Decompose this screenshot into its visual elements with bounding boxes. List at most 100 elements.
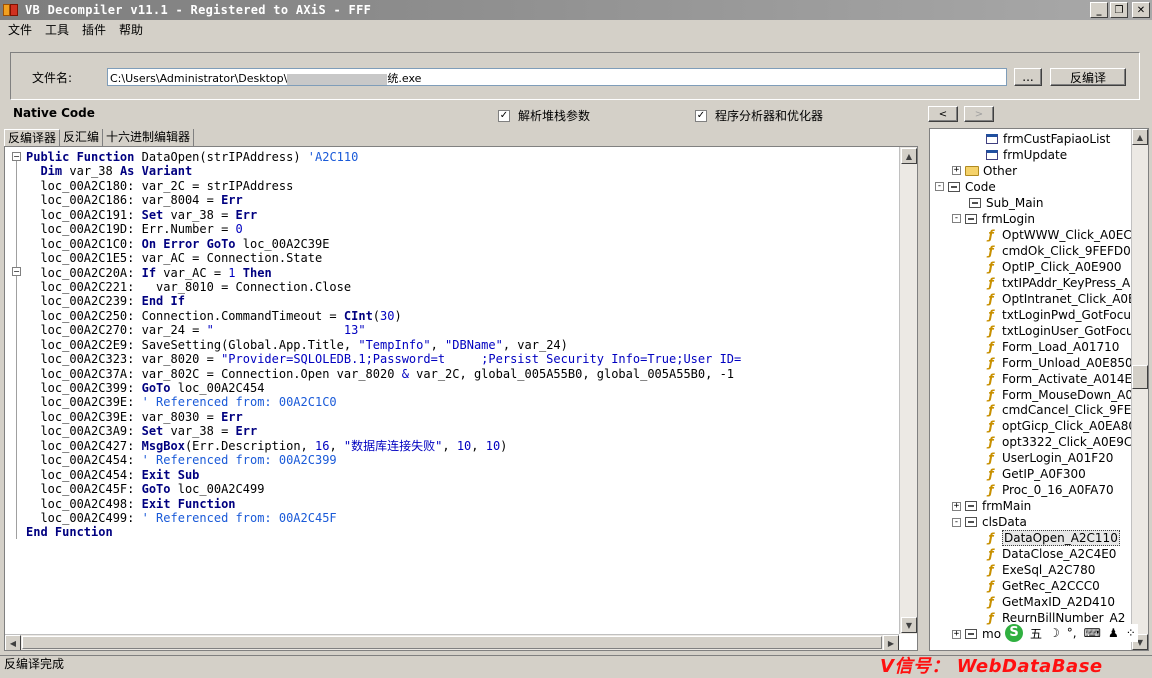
decompile-button[interactable]: 反编译 bbox=[1050, 68, 1126, 86]
menu-help[interactable]: 帮助 bbox=[114, 21, 148, 38]
tab-decompiler[interactable]: 反编译器 bbox=[4, 129, 61, 146]
collapse-icon[interactable]: - bbox=[952, 517, 961, 527]
code-token: 16 bbox=[315, 438, 330, 453]
project-tree[interactable]: frmCustFapiaoList frmUpdate + Other - Code Sub… bbox=[929, 128, 1149, 651]
scrollbar-thumb[interactable] bbox=[22, 636, 882, 649]
menu-file[interactable]: 文件 bbox=[3, 21, 37, 38]
fold-toggle-icon[interactable]: − bbox=[12, 152, 21, 161]
keyboard-icon[interactable]: ⌨ bbox=[1084, 626, 1101, 640]
code-horizontal-scrollbar[interactable]: ◀ ▶ bbox=[5, 634, 899, 650]
forward-button[interactable]: > bbox=[964, 106, 994, 122]
scroll-left-icon[interactable]: ◀ bbox=[5, 635, 21, 650]
tab-disassembler[interactable]: 反汇编 bbox=[60, 129, 104, 146]
code-token: Err bbox=[221, 409, 243, 424]
function-icon: ƒ bbox=[988, 275, 994, 290]
tree-item[interactable]: ƒ GetMaxID_A2D410 bbox=[986, 594, 1115, 610]
code-token: loc_00A2C37A: var_802C = Connection.Open… bbox=[26, 366, 402, 381]
moon-icon[interactable]: ☽ bbox=[1049, 626, 1060, 640]
function-icon: ƒ bbox=[988, 563, 994, 578]
scrollbar-thumb[interactable] bbox=[1132, 365, 1148, 389]
tab-hex-editor[interactable]: 十六进制编辑器 bbox=[103, 129, 195, 146]
scroll-down-icon[interactable]: ▼ bbox=[901, 617, 917, 633]
code-line: loc_00A2C454: ' Referenced from: 00A2C39… bbox=[26, 453, 897, 467]
code-line: loc_00A2C399: GoTo loc_00A2C454 bbox=[26, 381, 897, 395]
tree-item[interactable]: ƒ GetRec_A2CCC0 bbox=[986, 578, 1099, 594]
redacted-block bbox=[287, 73, 388, 85]
tree-item-label: optGicp_Click_A0EA80 bbox=[1002, 419, 1137, 434]
tree-item[interactable]: ƒ ExeSql_A2C780 bbox=[986, 562, 1095, 578]
file-path-input[interactable]: C:\Users\Administrator\Desktop\ 统.exe bbox=[107, 68, 1007, 86]
code-token: loc_00A2C454: bbox=[26, 467, 142, 482]
tree-item[interactable]: ƒ Form_Unload_A0E850 bbox=[986, 355, 1132, 371]
tree-item[interactable]: ƒ Form_MouseDown_A0 bbox=[986, 387, 1133, 403]
stack-params-checkbox[interactable]: ✓ 解析堆栈参数 bbox=[498, 107, 590, 124]
ime-mode[interactable]: 五 bbox=[1030, 625, 1042, 642]
tree-item[interactable]: + mo bbox=[952, 626, 1001, 642]
tree-item[interactable]: ƒ OptWWW_Click_A0EC bbox=[986, 227, 1131, 243]
scroll-right-icon[interactable]: ▶ bbox=[883, 635, 899, 650]
code-line: loc_00A2C270: var_24 = " 13" bbox=[26, 323, 897, 337]
expand-icon[interactable]: + bbox=[952, 629, 961, 639]
code-line: loc_00A2C498: Exit Function bbox=[26, 497, 897, 511]
user-icon[interactable]: ♟ bbox=[1108, 626, 1119, 640]
code-line: loc_00A2C499: ' Referenced from: 00A2C45… bbox=[26, 511, 897, 525]
tree-item[interactable]: ƒ txtIPAddr_KeyPress_A0 bbox=[986, 275, 1138, 291]
scroll-up-icon[interactable]: ▲ bbox=[1132, 129, 1148, 145]
fold-toggle-icon[interactable]: − bbox=[12, 267, 21, 276]
tree-item[interactable]: ƒ DataOpen_A2C110 bbox=[986, 530, 1120, 547]
punctuation-icon[interactable]: °, bbox=[1067, 626, 1077, 640]
tree-item[interactable]: frmUpdate bbox=[986, 147, 1067, 163]
close-button[interactable]: ✕ bbox=[1132, 2, 1150, 18]
tree-item[interactable]: ƒ txtLoginUser_GotFocu bbox=[986, 323, 1133, 339]
menu-plugins[interactable]: 插件 bbox=[77, 21, 111, 38]
tree-item[interactable]: ƒ UserLogin_A01F20 bbox=[986, 450, 1113, 466]
tree-item[interactable]: ƒ GetIP_A0F300 bbox=[986, 466, 1085, 482]
code-line: loc_00A2C37A: var_802C = Connection.Open… bbox=[26, 367, 897, 381]
tree-item[interactable]: ƒ txtLoginPwd_GotFocu bbox=[986, 307, 1131, 323]
function-icon: ƒ bbox=[988, 419, 994, 434]
tree-item[interactable]: ƒ cmdOk_Click_9FEFD0 bbox=[986, 243, 1130, 259]
tree-item[interactable]: ƒ cmdCancel_Click_9FEE bbox=[986, 402, 1138, 418]
browse-button[interactable]: ... bbox=[1014, 68, 1042, 86]
collapse-icon[interactable]: - bbox=[935, 182, 944, 192]
code-line: loc_00A2C19D: Err.Number = 0 bbox=[26, 222, 897, 236]
code-token: loc_00A2C250: Connection.CommandTimeout … bbox=[26, 308, 344, 323]
checkbox-check-icon: ✓ bbox=[695, 109, 707, 122]
menu-tools[interactable]: 工具 bbox=[40, 21, 74, 38]
minimize-button[interactable]: _ bbox=[1090, 2, 1108, 18]
code-token: loc_00A2C2E9: SaveSetting(Global.App.Tit… bbox=[26, 337, 359, 352]
tree-item[interactable]: ƒ OptIntranet_Click_A0E bbox=[986, 291, 1135, 307]
tree-item-label: OptIP_Click_A0E900 bbox=[1002, 259, 1122, 274]
file-path-suffix: 统.exe bbox=[387, 72, 422, 85]
code-token: loc_00A2C191: bbox=[26, 207, 142, 222]
scroll-up-icon[interactable]: ▲ bbox=[901, 148, 917, 164]
tree-item[interactable]: ƒ Form_Load_A01710 bbox=[986, 339, 1119, 355]
tree-item[interactable]: - clsData bbox=[952, 514, 1027, 530]
restore-button[interactable]: ❐ bbox=[1110, 2, 1128, 18]
tree-item[interactable]: ƒ optGicp_Click_A0EA80 bbox=[986, 418, 1136, 434]
tree-item[interactable]: + frmMain bbox=[952, 498, 1031, 514]
back-button[interactable]: < bbox=[928, 106, 958, 122]
tree-item[interactable]: - frmLogin bbox=[952, 211, 1035, 227]
expand-icon[interactable]: + bbox=[952, 501, 961, 511]
tree-item[interactable]: frmCustFapiaoList bbox=[986, 131, 1110, 147]
code-token: On Error GoTo bbox=[141, 236, 236, 251]
analyzer-checkbox[interactable]: ✓ 程序分析器和优化器 bbox=[695, 107, 823, 124]
tree-vertical-scrollbar[interactable]: ▲ ▼ bbox=[1131, 129, 1148, 650]
ime-toolbar[interactable]: S 五 ☽ °, ⌨ ♟ ⁘ bbox=[1003, 624, 1138, 642]
ime-logo-icon[interactable]: S bbox=[1005, 624, 1023, 642]
tree-item[interactable]: ƒ Form_Activate_A014E bbox=[986, 371, 1132, 387]
collapse-icon[interactable]: - bbox=[952, 214, 961, 224]
tree-item[interactable]: ƒ opt3322_Click_A0E9C0 bbox=[986, 434, 1140, 450]
code-editor[interactable]: − − Public Function DataOpen(strIPAddres… bbox=[4, 146, 918, 651]
tree-item[interactable]: ƒ Proc_0_16_A0FA70 bbox=[986, 482, 1113, 498]
tree-item[interactable]: Sub_Main bbox=[969, 195, 1044, 211]
expand-icon[interactable]: + bbox=[952, 166, 961, 176]
tree-item[interactable]: ƒ OptIP_Click_A0E900 bbox=[986, 259, 1121, 275]
tree-item[interactable]: ƒ DataClose_A2C4E0 bbox=[986, 546, 1116, 562]
tree-item[interactable]: + Other bbox=[952, 163, 1017, 179]
tree-item[interactable]: - Code bbox=[935, 179, 996, 195]
grid-icon[interactable]: ⁘ bbox=[1126, 626, 1136, 640]
code-vertical-scrollbar[interactable]: ▲ ▼ bbox=[899, 147, 917, 634]
function-icon: ƒ bbox=[988, 403, 994, 418]
